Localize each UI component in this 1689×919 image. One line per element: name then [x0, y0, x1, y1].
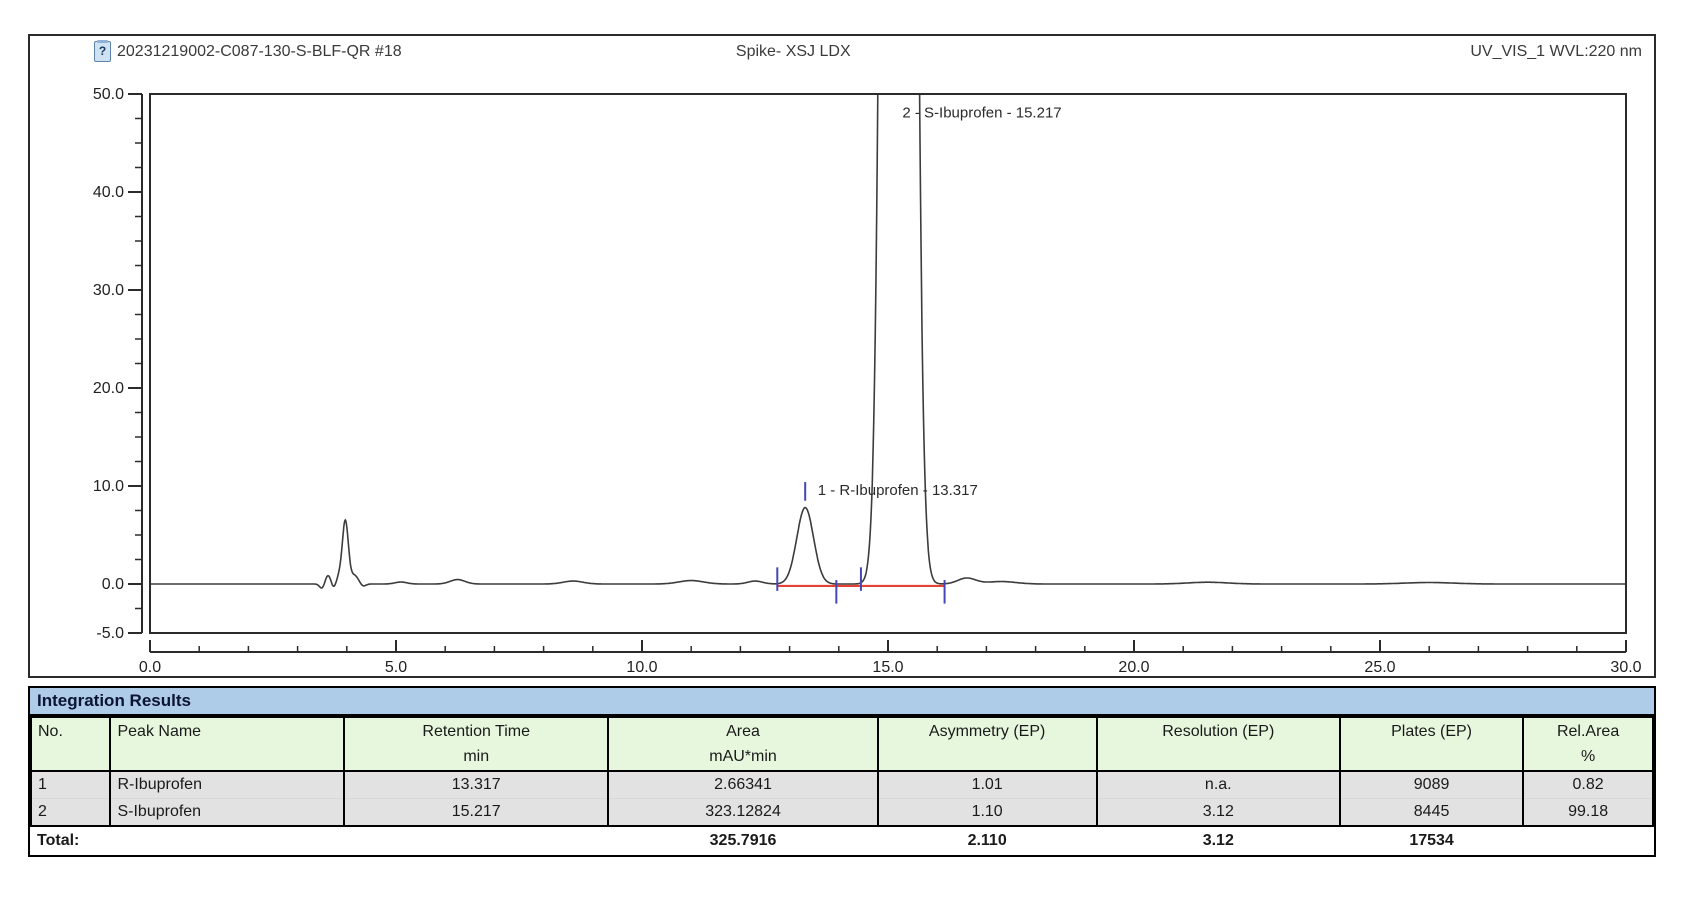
column-header-area: AreamAU*min	[608, 717, 877, 771]
table-cell: 1	[31, 771, 110, 799]
table-cell: 15.217	[344, 799, 608, 827]
column-header-retention-time: Retention Timemin	[344, 717, 608, 771]
x-tick-label: 15.0	[872, 659, 903, 676]
x-tick-label: 10.0	[626, 659, 657, 676]
total-cell: Total:	[31, 826, 110, 855]
peak-label: 2 - S-Ibuprofen - 15.217	[902, 105, 1061, 122]
table-cell: 0.82	[1523, 771, 1653, 799]
x-tick-label: 20.0	[1118, 659, 1149, 676]
x-tick-label: 5.0	[385, 659, 407, 676]
table-cell: n.a.	[1097, 771, 1340, 799]
sample-id-label: 20231219002-C087-130-S-BLF-QR #18	[117, 43, 402, 61]
peak-row[interactable]: 2S-Ibuprofen15.217323.128241.103.1284459…	[31, 799, 1653, 827]
integration-results-table: No. Peak Name Retention TimeminAreamAU*m…	[30, 716, 1654, 855]
y-tick-label: 50.0	[93, 86, 124, 103]
table-cell: S-Ibuprofen	[110, 799, 344, 827]
y-tick-label: 30.0	[93, 282, 124, 299]
channel-label: UV_VIS_1 WVL:220 nm	[1470, 43, 1642, 61]
table-cell: 8445	[1340, 799, 1523, 827]
table-cell: 99.18	[1523, 799, 1653, 827]
total-cell: 17534	[1340, 826, 1523, 855]
y-tick-label: 10.0	[93, 478, 124, 495]
column-header-asymmetry-ep-: Asymmetry (EP)	[878, 717, 1097, 771]
chromatogram-plot[interactable]: 50.0 40.0 30.0 20.0 10.0 0.0 -5.0 0.0 5.0 10.0 15.…	[30, 66, 1654, 676]
x-tick-label: 0.0	[139, 659, 161, 676]
vial-question-icon: ?	[94, 41, 111, 62]
peak-label: 1 - R-Ibuprofen - 13.317	[818, 482, 978, 499]
x-tick-label: 30.0	[1610, 659, 1641, 676]
integration-results-title: Integration Results	[30, 688, 1654, 716]
y-tick-label: 20.0	[93, 380, 124, 397]
column-header-no-: No.	[31, 717, 110, 771]
total-cell: 325.7916	[608, 826, 877, 855]
table-cell: 13.317	[344, 771, 608, 799]
integration-results-section: Integration Results No. Peak Name Retent…	[28, 686, 1656, 857]
table-cell: 1.10	[878, 799, 1097, 827]
table-cell: 9089	[1340, 771, 1523, 799]
chart-titlebar: ? 20231219002-C087-130-S-BLF-QR #18 Spik…	[30, 36, 1654, 66]
column-header-peak-name: Peak Name	[110, 717, 344, 771]
table-cell: R-Ibuprofen	[110, 771, 344, 799]
column-header-resolution-ep-: Resolution (EP)	[1097, 717, 1340, 771]
total-cell	[344, 826, 608, 855]
chromatogram-panel: ? 20231219002-C087-130-S-BLF-QR #18 Spik…	[28, 34, 1656, 678]
total-cell	[1523, 826, 1653, 855]
plot-frame	[150, 94, 1626, 633]
table-cell: 323.12824	[608, 799, 877, 827]
y-tick-label: 0.0	[102, 576, 124, 593]
total-row: Total: 325.79162.1103.1217534	[31, 826, 1653, 855]
total-cell	[110, 826, 344, 855]
chromatogram-trace	[150, 66, 1626, 588]
report-page: ? 20231219002-C087-130-S-BLF-QR #18 Spik…	[0, 0, 1689, 919]
x-tick-label: 25.0	[1364, 659, 1395, 676]
total-cell: 3.12	[1097, 826, 1340, 855]
column-header-rel-area: Rel.Area%	[1523, 717, 1653, 771]
y-tick-label: -5.0	[96, 625, 124, 642]
peak-row[interactable]: 1R-Ibuprofen13.3172.663411.01n.a.90890.8…	[31, 771, 1653, 799]
table-cell: 2	[31, 799, 110, 827]
y-tick-label: 40.0	[93, 184, 124, 201]
sample-name-label: Spike- XSJ LDX	[736, 43, 851, 61]
table-cell: 3.12	[1097, 799, 1340, 827]
total-cell: 2.110	[878, 826, 1097, 855]
column-header-plates-ep-: Plates (EP)	[1340, 717, 1523, 771]
table-cell: 2.66341	[608, 771, 877, 799]
table-cell: 1.01	[878, 771, 1097, 799]
